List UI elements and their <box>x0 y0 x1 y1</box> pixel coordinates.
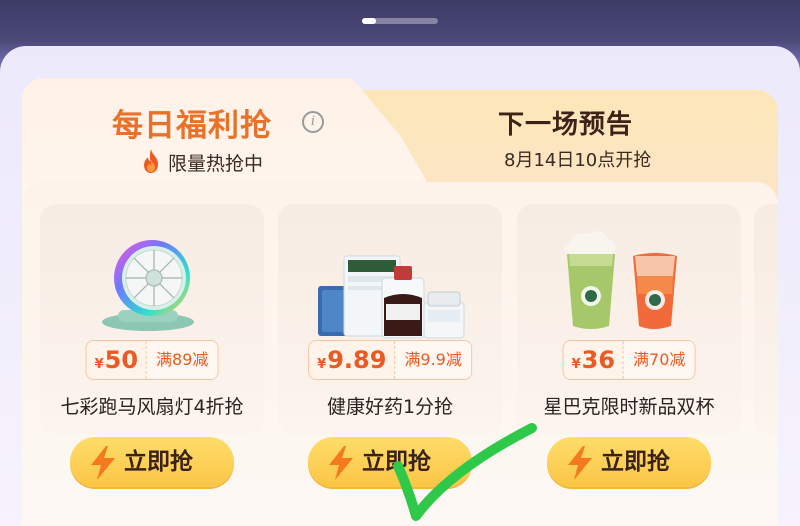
price-coupon-tag: ¥9.89 满9.9减 <box>308 340 472 380</box>
product-name: 星巴克限时新品双杯 <box>543 396 715 418</box>
product-card-fan-lamp[interactable]: ¥50 满89减 七彩跑马风扇灯4折抢 <box>40 204 264 434</box>
lightning-icon <box>568 446 592 480</box>
grab-now-label: 立即抢 <box>601 449 670 475</box>
page-indicator-active <box>362 18 376 24</box>
product-card-starbucks[interactable]: ¥36 满70减 星巴克限时新品双杯 <box>517 204 741 434</box>
price-coupon-tag: ¥50 满89减 <box>85 340 219 380</box>
tab-next-session-title: 下一场预告 <box>498 110 634 140</box>
page-indicator <box>362 18 438 24</box>
lightning-icon <box>91 446 115 480</box>
product-name: 七彩跑马风扇灯4折抢 <box>60 396 244 418</box>
price-value: 36 <box>581 346 616 374</box>
coupon-threshold: 满89减 <box>146 341 218 379</box>
coupon-threshold: 满9.9减 <box>394 341 471 379</box>
info-icon[interactable]: i <box>302 111 324 133</box>
checkmark-icon <box>393 423 537 521</box>
price-currency: ¥ <box>571 357 581 372</box>
price-value: 50 <box>104 346 139 374</box>
price-value: 9.89 <box>327 346 387 374</box>
price-currency: ¥ <box>317 357 327 372</box>
grab-now-label: 立即抢 <box>124 449 193 475</box>
grab-now-button[interactable]: 立即抢 <box>547 437 711 487</box>
tab-daily-deals-subtitle: 限量热抢中 <box>168 153 264 175</box>
price-coupon-tag: ¥36 满70减 <box>562 340 696 380</box>
fire-icon <box>144 149 158 173</box>
fan-lamp-image <box>102 240 194 331</box>
medicine-image <box>318 255 465 339</box>
price-currency: ¥ <box>94 357 104 372</box>
grab-now-button[interactable]: 立即抢 <box>70 437 234 487</box>
coupon-threshold: 满70减 <box>623 341 695 379</box>
product-name: 健康好药1分抢 <box>326 396 454 418</box>
starbucks-cups-image <box>564 231 677 329</box>
tab-daily-deals-title: 每日福利抢 <box>112 108 272 144</box>
product-card-next-peek[interactable] <box>754 204 778 434</box>
product-card-medicine[interactable]: ¥9.89 满9.9减 健康好药1分抢 <box>278 204 502 434</box>
lightning-icon <box>329 446 353 480</box>
tab-next-session-time: 8月14日10点开抢 <box>504 150 652 171</box>
